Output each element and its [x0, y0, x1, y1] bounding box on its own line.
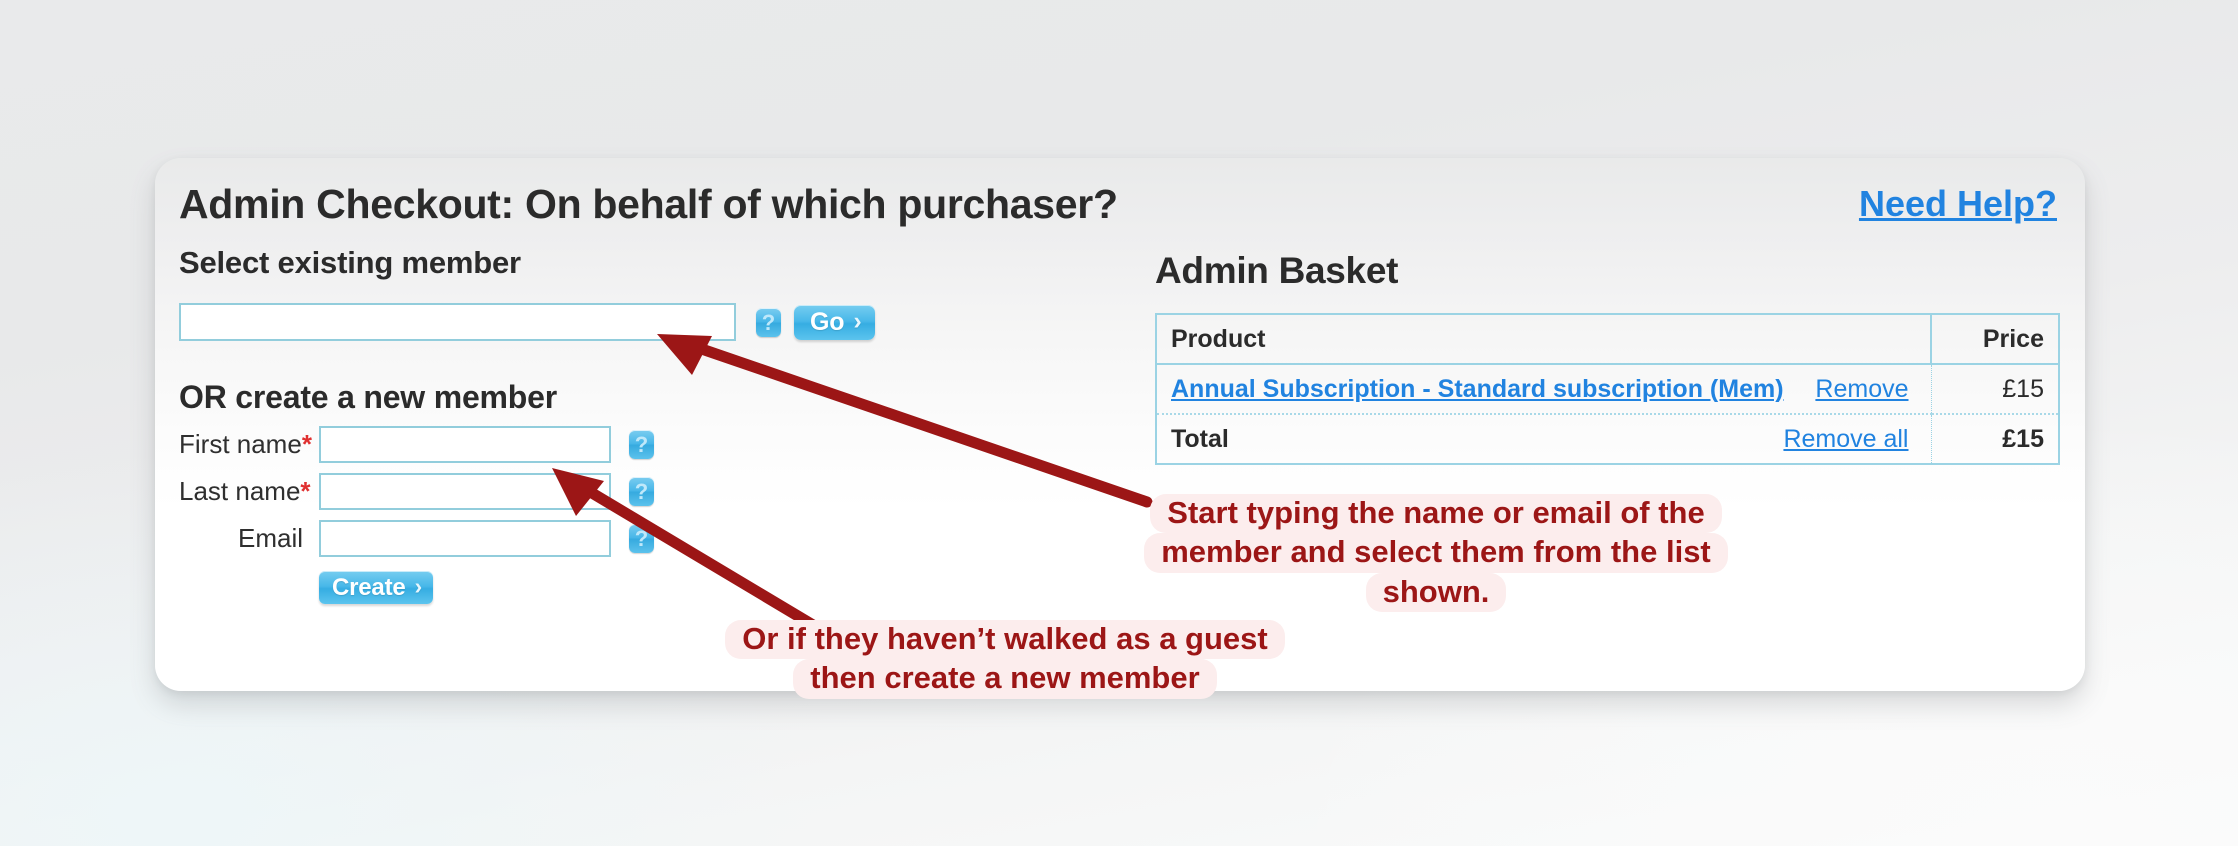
- create-new-member-heading: OR create a new member: [179, 379, 557, 415]
- last-name-label-text: Last name: [179, 476, 301, 506]
- basket-table-head: Product Price: [1156, 314, 2059, 365]
- product-link[interactable]: Annual Subscription - Standard subscript…: [1171, 375, 1784, 404]
- last-name-label: Last name*: [179, 476, 319, 507]
- select-existing-member-heading: Select existing member: [179, 245, 521, 280]
- column-header-product: Product: [1156, 314, 1931, 365]
- table-row-total: Total Remove all £15: [1156, 414, 2059, 464]
- create-button-row: Create ›: [179, 571, 1159, 604]
- email-input[interactable]: [319, 520, 611, 557]
- go-button-label: Go: [810, 307, 845, 336]
- search-help-icon[interactable]: ?: [756, 307, 781, 337]
- remove-all-link[interactable]: Remove all: [1783, 425, 1916, 454]
- basket-table: Product Price Annual Subscription - Stan…: [1155, 313, 2060, 465]
- admin-basket: Admin Basket Product Price Annual Subscr…: [1155, 250, 2060, 465]
- chevron-right-icon: ›: [853, 306, 862, 335]
- last-name-help-icon[interactable]: ?: [629, 477, 654, 506]
- required-marker: *: [301, 429, 312, 459]
- first-name-label: First name*: [179, 429, 319, 460]
- member-search-row: ? Go ›: [179, 303, 1159, 341]
- annotation-line: shown.: [1365, 572, 1507, 613]
- email-help-icon[interactable]: ?: [629, 524, 654, 553]
- last-name-input[interactable]: [319, 473, 611, 510]
- last-name-row: Last name* ?: [179, 473, 1159, 510]
- total-price: £15: [1930, 414, 2059, 464]
- first-name-label-text: First name: [179, 429, 302, 459]
- create-member-form: OR create a new member First name* ? Las…: [179, 379, 1159, 604]
- product-price: £15: [1930, 364, 2059, 415]
- first-name-help-icon[interactable]: ?: [629, 430, 654, 459]
- table-row: Annual Subscription - Standard subscript…: [1156, 364, 2059, 415]
- create-button[interactable]: Create ›: [319, 571, 433, 604]
- chevron-right-icon: ›: [414, 573, 423, 599]
- annotation-line: Start typing the name or email of the: [1150, 494, 1722, 534]
- member-selection-column: Select existing member ? Go › OR create …: [179, 245, 1159, 604]
- remove-link[interactable]: Remove: [1815, 375, 1916, 404]
- page-title: Admin Checkout: On behalf of which purch…: [179, 181, 1118, 227]
- admin-basket-title: Admin Basket: [1155, 250, 1399, 291]
- annotation-create-hint: Or if they haven’t walked as a guest the…: [705, 620, 1305, 699]
- need-help-link[interactable]: Need Help?: [1859, 183, 2057, 225]
- annotation-line: then create a new member: [793, 659, 1217, 699]
- total-label: Total: [1171, 424, 1229, 453]
- annotation-search-hint: Start typing the name or email of the me…: [1128, 494, 1744, 613]
- create-button-label: Create: [332, 573, 406, 601]
- basket-header-row: Product Price: [1156, 314, 2059, 365]
- first-name-input[interactable]: [319, 426, 611, 463]
- total-cell: Total Remove all: [1156, 414, 1931, 464]
- annotation-line: member and select them from the list: [1144, 533, 1728, 573]
- annotation-line: Or if they haven’t walked as a guest: [725, 620, 1285, 660]
- basket-table-body: Annual Subscription - Standard subscript…: [1156, 364, 2059, 464]
- product-cell: Annual Subscription - Standard subscript…: [1156, 364, 1931, 415]
- required-marker: *: [300, 476, 311, 506]
- admin-checkout-panel: Admin Checkout: On behalf of which purch…: [155, 158, 2085, 691]
- go-button[interactable]: Go ›: [794, 304, 876, 340]
- email-row: Email ?: [179, 520, 1159, 557]
- column-header-price: Price: [1930, 314, 2059, 365]
- email-label: Email: [237, 523, 303, 553]
- member-search-input[interactable]: [179, 303, 736, 341]
- first-name-row: First name* ?: [179, 426, 1159, 463]
